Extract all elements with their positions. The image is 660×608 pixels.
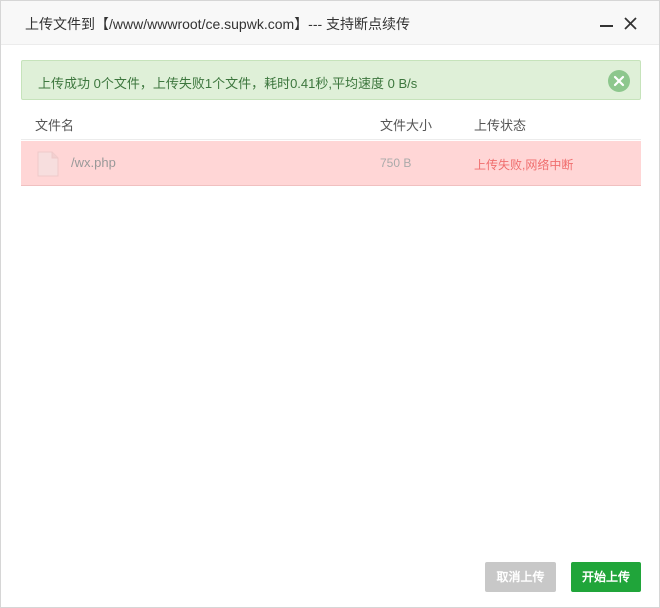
file-table-header: 文件名 文件大小 上传状态 xyxy=(21,107,641,140)
dialog-titlebar: 上传文件到【/www/wwwroot/ce.supwk.com】--- 支持断点… xyxy=(1,1,659,45)
header-file-size: 文件大小 xyxy=(380,118,433,133)
cancel-upload-button[interactable]: 取消上传 xyxy=(485,562,556,592)
upload-dialog: 上传文件到【/www/wwwroot/ce.supwk.com】--- 支持断点… xyxy=(0,0,660,608)
upload-result-alert: 上传成功 0个文件，上传失败1个文件，耗时0.41秒,平均速度 0 B/s xyxy=(21,60,641,100)
upload-status: 上传失败,网络中断 xyxy=(474,158,574,172)
dialog-title: 上传文件到【/www/wwwroot/ce.supwk.com】--- 支持断点… xyxy=(25,16,411,32)
close-icon[interactable] xyxy=(621,13,641,33)
minimize-icon[interactable] xyxy=(597,13,617,33)
file-size: 750 B xyxy=(380,156,412,170)
header-upload-status: 上传状态 xyxy=(474,118,527,133)
file-name: /wx.php xyxy=(71,155,116,170)
upload-result-message: 上传成功 0个文件，上传失败1个文件，耗时0.41秒,平均速度 0 B/s xyxy=(38,76,418,91)
start-upload-button[interactable]: 开始上传 xyxy=(571,562,641,592)
circle-close-icon[interactable] xyxy=(608,70,630,92)
file-icon xyxy=(37,151,59,177)
table-row[interactable]: /wx.php 750 B 上传失败,网络中断 xyxy=(21,141,641,186)
header-file-name: 文件名 xyxy=(35,118,75,133)
